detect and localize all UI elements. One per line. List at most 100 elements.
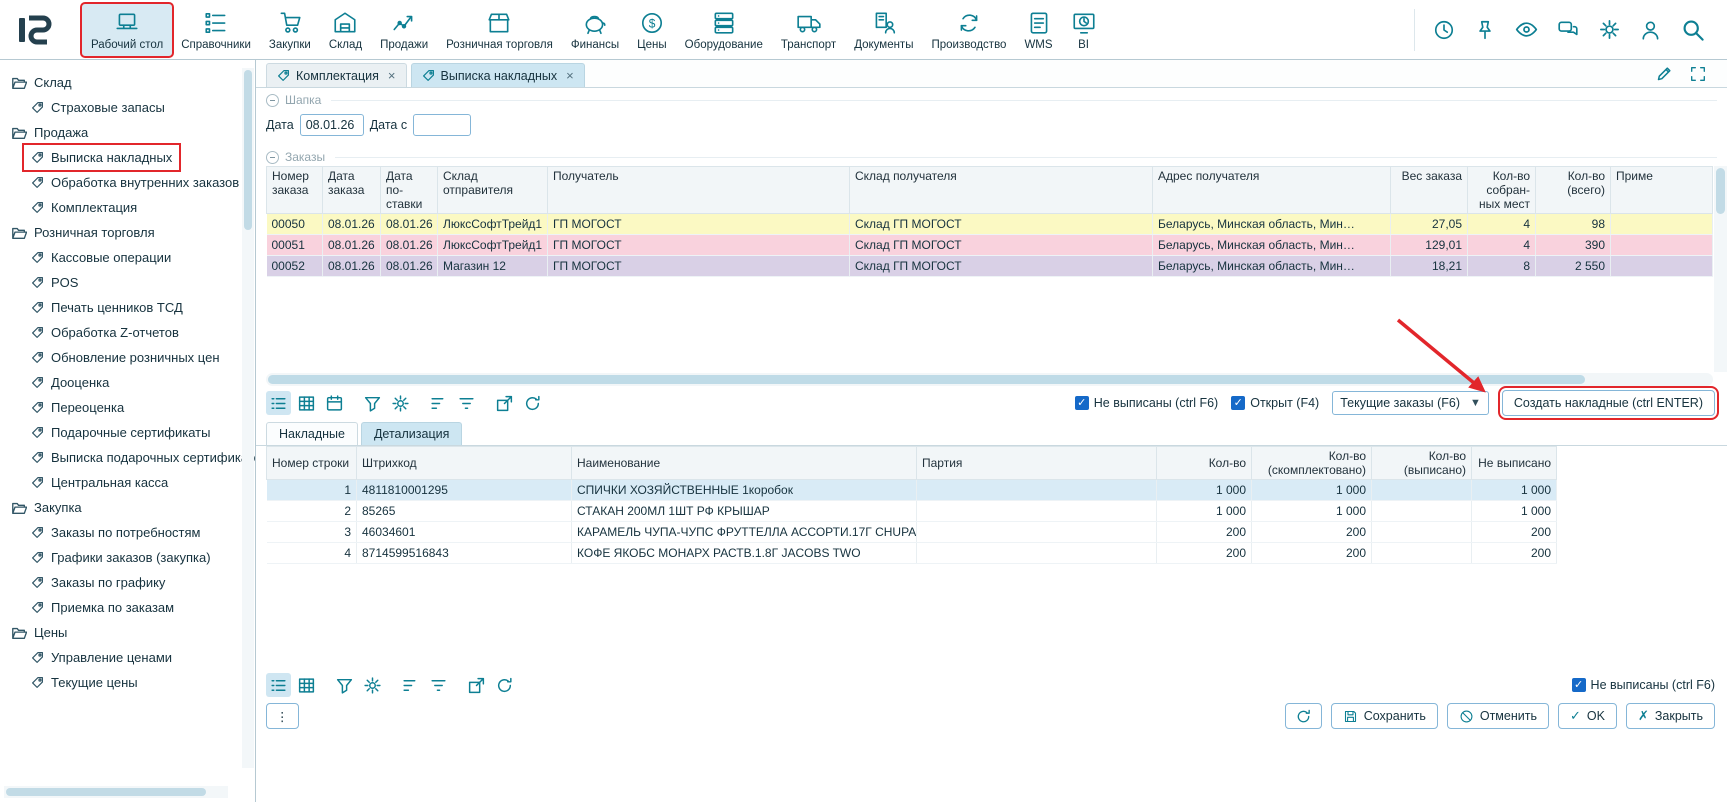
column-header[interactable]: Адрес получателя: [1153, 167, 1391, 214]
sidebar-item[interactable]: Закупка: [4, 495, 89, 520]
column-header[interactable]: Дата заказа: [323, 167, 381, 214]
refresh-button[interactable]: [1285, 703, 1322, 729]
column-header[interactable]: Номер заказа: [267, 167, 323, 214]
view-list-icon[interactable]: [266, 673, 291, 697]
sort-lines-icon[interactable]: [398, 673, 423, 697]
nav-item-retail[interactable]: Розничная торговля: [437, 4, 562, 56]
edit-pencil-icon[interactable]: [1655, 65, 1673, 83]
table-view-icon[interactable]: [294, 391, 319, 415]
column-header[interactable]: Вес заказа: [1391, 167, 1468, 214]
nav-item-production[interactable]: Производство: [922, 4, 1015, 56]
nav-item-prices[interactable]: $ Цены: [628, 4, 676, 56]
gear-icon[interactable]: [1598, 18, 1621, 41]
gear-icon[interactable]: [388, 391, 413, 415]
orders-filter-select[interactable]: Текущие заказы (F6) ▼: [1332, 391, 1489, 415]
cancel-button[interactable]: Отменить: [1447, 703, 1549, 729]
sidebar-item[interactable]: Графики заказов (закупка): [24, 545, 218, 570]
sidebar-item[interactable]: Розничная торговля: [4, 220, 162, 245]
column-header[interactable]: Кол-во (скомплектовано): [1252, 447, 1372, 480]
tab-komplektacia[interactable]: Комплектация ×: [266, 63, 407, 87]
filter-icon[interactable]: [360, 391, 385, 415]
nav-item-wms[interactable]: WMS: [1015, 4, 1061, 56]
close-icon[interactable]: ×: [388, 68, 396, 83]
column-header[interactable]: Кол-во: [1157, 447, 1252, 480]
sidebar-item[interactable]: Цены: [4, 620, 74, 645]
table-row[interactable]: 4 8714599516843 КОФЕ ЯКОБС МОНАРХ РАСТВ.…: [267, 543, 1557, 564]
orders-horizontal-scrollbar[interactable]: [266, 373, 1713, 386]
orders-vertical-scrollbar[interactable]: [1714, 166, 1727, 372]
date-input[interactable]: [300, 114, 364, 136]
refresh-icon[interactable]: [492, 673, 517, 697]
checkbox-not-issued[interactable]: ✓ Не выписаны (ctrl F6): [1075, 396, 1218, 410]
sidebar-item[interactable]: Выписка накладных: [24, 145, 179, 170]
column-header[interactable]: Получатель: [548, 167, 850, 214]
save-button[interactable]: Сохранить: [1331, 703, 1438, 729]
user-icon[interactable]: [1640, 19, 1662, 41]
sidebar-item[interactable]: Обработка внутренних заказов: [24, 170, 246, 195]
search-icon[interactable]: [1681, 18, 1705, 42]
ok-button[interactable]: ✓ OK: [1558, 703, 1617, 729]
sidebar-item[interactable]: Обновление розничных цен: [24, 345, 227, 370]
column-header[interactable]: Наименование: [572, 447, 917, 480]
tab-vypiska-nakladnyh[interactable]: Выписка накладных ×: [411, 63, 585, 87]
nav-item-warehouse[interactable]: Склад: [320, 4, 371, 56]
sort-lines-icon[interactable]: [426, 391, 451, 415]
tab-nakladnye[interactable]: Накладные: [266, 422, 358, 445]
eye-icon[interactable]: [1515, 18, 1538, 41]
column-header[interactable]: Приме: [1611, 167, 1713, 214]
sidebar-item[interactable]: Кассовые операции: [24, 245, 178, 270]
view-list-icon[interactable]: [266, 391, 291, 415]
column-header[interactable]: Кол-во собран-ных мест: [1468, 167, 1536, 214]
open-window-icon[interactable]: [464, 673, 489, 697]
sidebar-item[interactable]: Переоценка: [24, 395, 131, 420]
sidebar-item[interactable]: Текущие цены: [24, 670, 145, 695]
filter-icon[interactable]: [332, 673, 357, 697]
scrollbar-thumb[interactable]: [268, 375, 1585, 384]
collapse-icon[interactable]: [266, 151, 279, 164]
clock-icon[interactable]: [1433, 19, 1455, 41]
pin-icon[interactable]: [1474, 19, 1496, 41]
scrollbar-thumb[interactable]: [6, 788, 206, 796]
sidebar-item[interactable]: Управление ценами: [24, 645, 179, 670]
sidebar-item[interactable]: Дооценка: [24, 370, 116, 395]
sidebar-item[interactable]: Страховые запасы: [24, 95, 172, 120]
column-header[interactable]: Штрихкод: [357, 447, 572, 480]
sidebar-item[interactable]: Комплектация: [24, 195, 144, 220]
nav-item-documents[interactable]: Документы: [845, 4, 922, 56]
close-icon[interactable]: ×: [566, 68, 574, 83]
close-button[interactable]: ✗ Закрыть: [1626, 703, 1715, 729]
sidebar-item[interactable]: Заказы по графику: [24, 570, 172, 595]
nav-item-purchases[interactable]: Закупки: [260, 4, 320, 56]
refresh-icon[interactable]: [520, 391, 545, 415]
table-row[interactable]: 1 4811810001295 СПИЧКИ ХОЗЯЙСТВЕННЫЕ 1ко…: [267, 480, 1557, 501]
table-row[interactable]: 00051 08.01.26 08.01.26 ЛюксСофтТрейд1 Г…: [267, 235, 1713, 256]
tab-detalizacia[interactable]: Детализация: [361, 422, 462, 445]
column-header[interactable]: Партия: [917, 447, 1157, 480]
sidebar-item[interactable]: Обработка Z-отчетов: [24, 320, 186, 345]
column-header[interactable]: Склад получателя: [850, 167, 1153, 214]
sidebar-item[interactable]: Заказы по потребностям: [24, 520, 207, 545]
nav-item-equipment[interactable]: Оборудование: [676, 4, 772, 56]
filter-lines-icon[interactable]: [426, 673, 451, 697]
checkbox-not-issued-bottom[interactable]: ✓ Не выписаны (ctrl F6): [1572, 678, 1715, 692]
sidebar-item[interactable]: POS: [24, 270, 85, 295]
date-from-input[interactable]: [413, 114, 471, 136]
table-row[interactable]: 00052 08.01.26 08.01.26 Магазин 12 ГП МО…: [267, 256, 1713, 277]
scrollbar-thumb[interactable]: [1716, 168, 1725, 214]
nav-item-sales[interactable]: Продажи: [371, 4, 437, 56]
table-row[interactable]: 00050 08.01.26 08.01.26 ЛюксСофтТрейд1 Г…: [267, 214, 1713, 235]
nav-item-references[interactable]: Справочники: [172, 4, 260, 56]
sidebar-item[interactable]: Продажа: [4, 120, 95, 145]
nav-item-desktop[interactable]: Рабочий стол: [82, 4, 172, 56]
nav-item-finance[interactable]: Финансы: [562, 4, 628, 56]
column-header[interactable]: Дата по-ставки: [381, 167, 438, 214]
checkbox-open[interactable]: ✓ Открыт (F4): [1231, 396, 1319, 410]
sidebar-vertical-scrollbar[interactable]: [242, 68, 254, 768]
scrollbar-thumb[interactable]: [244, 70, 252, 230]
maximize-icon[interactable]: [1689, 65, 1707, 83]
table-row[interactable]: 3 46034601 КАРАМЕЛЬ ЧУПА-ЧУПС ФРУТТЕЛЛА …: [267, 522, 1557, 543]
open-window-icon[interactable]: [492, 391, 517, 415]
sidebar-horizontal-scrollbar[interactable]: [4, 786, 228, 798]
more-button[interactable]: ⋮: [266, 703, 299, 729]
sidebar-item[interactable]: Подарочные сертификаты: [24, 420, 217, 445]
